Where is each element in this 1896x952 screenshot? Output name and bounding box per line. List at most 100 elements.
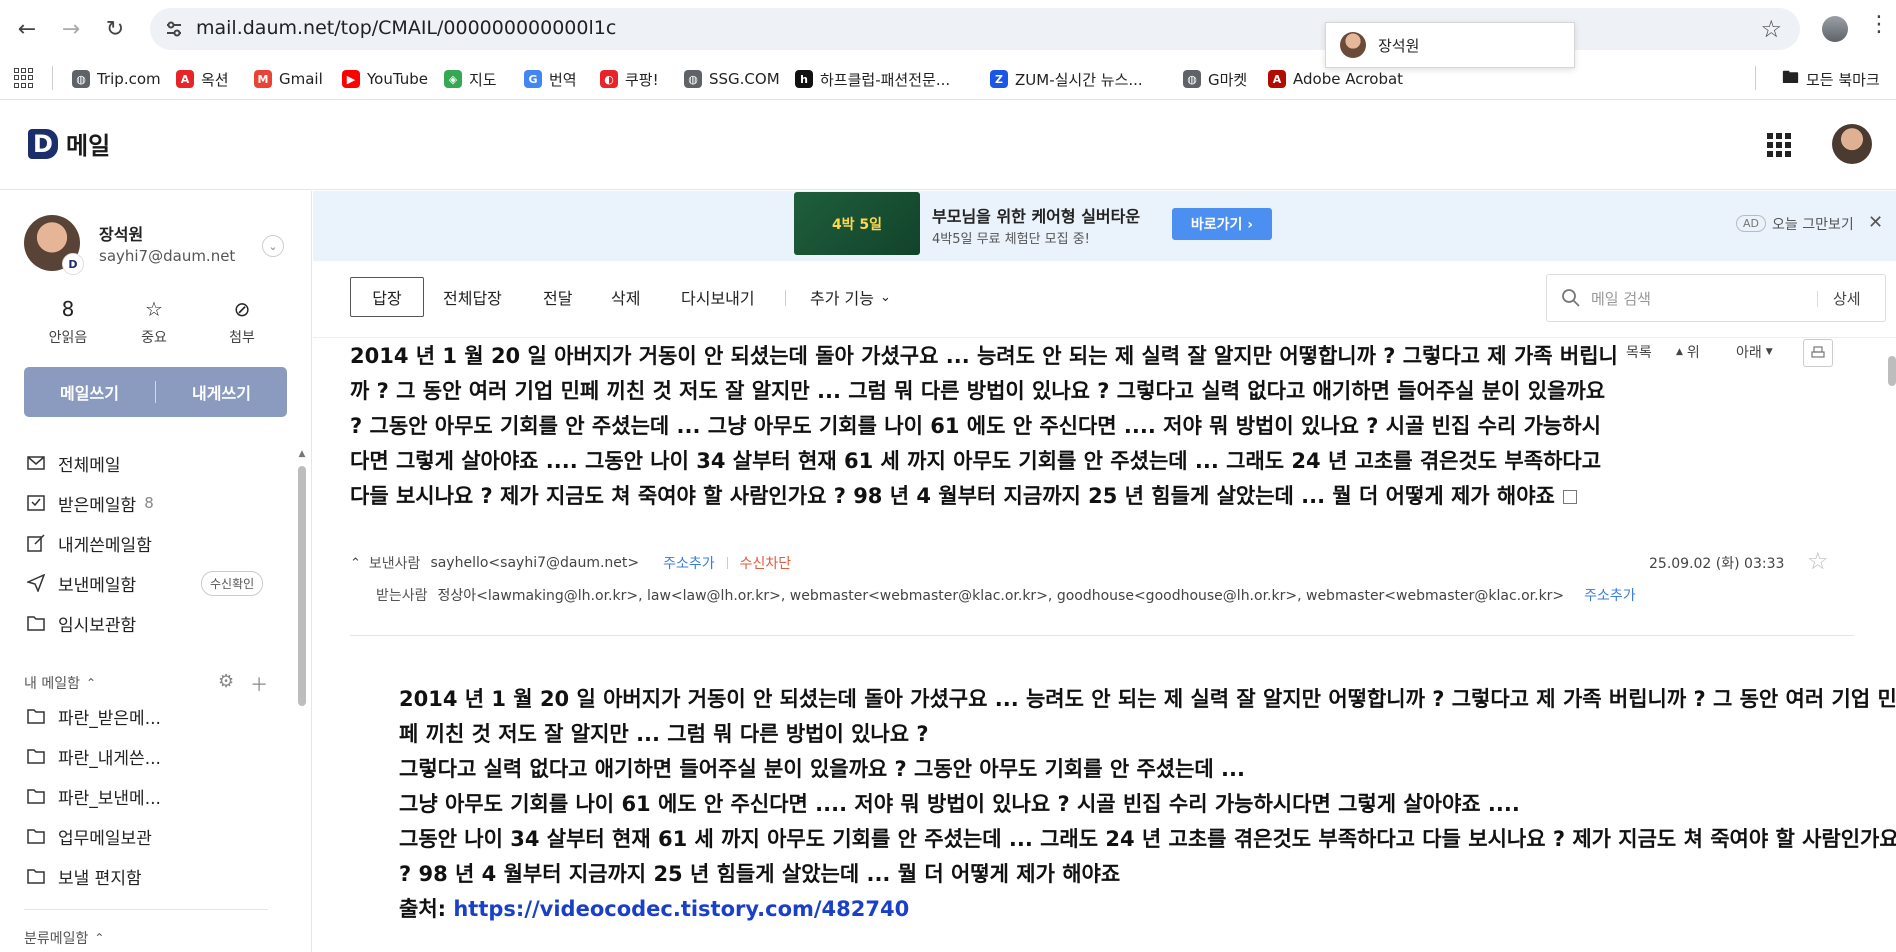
stat-important[interactable]: ☆ 중요 bbox=[124, 297, 184, 347]
bookmark-item[interactable]: h 하프클럽-패션전문... bbox=[795, 65, 950, 93]
bookmark-item[interactable]: Z ZUM-실시간 뉴스... bbox=[990, 65, 1143, 93]
reload-icon[interactable]: ↻ bbox=[98, 12, 132, 46]
resend-button[interactable]: 다시보내기 bbox=[681, 277, 755, 317]
chevron-down-icon: ⌄ bbox=[879, 289, 891, 305]
bookmark-item[interactable]: ▶ YouTube bbox=[342, 65, 428, 93]
header-user-avatar[interactable] bbox=[1832, 124, 1872, 164]
my-folder-item[interactable]: 업무메일보관 bbox=[26, 821, 152, 851]
bookmark-star-icon[interactable]: ☆ bbox=[1760, 15, 1782, 43]
recipient-row: 받는사람 정상아<lawmaking@lh.or.kr>, law<law@lh… bbox=[376, 585, 1636, 605]
sidebar: D 장석원 sayhi7@daum.net ⌄ 8 안읽음 ☆ 중요 ⊘ 첨부 … bbox=[0, 191, 312, 952]
my-folders-header[interactable]: 내 메일함 ⌃ bbox=[24, 673, 96, 693]
browser-menu-icon[interactable]: ⋮ bbox=[1868, 12, 1890, 37]
my-folder-item[interactable]: 파란_받은메... bbox=[26, 701, 161, 731]
print-button[interactable] bbox=[1803, 339, 1833, 367]
bookmark-favicon-icon: ◍ bbox=[1183, 70, 1201, 88]
inbox-unread-count: 8 bbox=[144, 494, 154, 512]
bookmark-favicon-icon: ▶ bbox=[342, 70, 360, 88]
caret-down-icon: ▼ bbox=[1765, 347, 1773, 357]
chevron-up-icon: ⌃ bbox=[85, 676, 97, 690]
bookmark-item[interactable]: G 번역 bbox=[524, 65, 577, 93]
collapse-caret-icon[interactable]: ⌃ bbox=[350, 556, 361, 571]
bookmark-item[interactable]: ◐ 쿠팡! bbox=[600, 65, 659, 93]
list-button[interactable]: 목록 bbox=[1626, 342, 1652, 362]
close-icon[interactable]: ✕ bbox=[1868, 212, 1883, 233]
delete-button[interactable]: 삭제 bbox=[611, 277, 640, 317]
mail-body-paragraph: 그동안 나이 34 살부터 현재 61 세 까지 아무도 기회를 안 주셨는데 … bbox=[399, 827, 1896, 886]
user-email: sayhi7@daum.net bbox=[99, 247, 236, 265]
add-contact-button[interactable]: 주소추가 bbox=[663, 553, 715, 573]
source-link[interactable]: https://videocodec.tistory.com/482740 bbox=[453, 897, 909, 921]
back-arrow-icon[interactable]: ← bbox=[10, 12, 44, 46]
paperclip-icon: ⊘ bbox=[233, 297, 251, 321]
add-contact-button[interactable]: 주소추가 bbox=[1584, 585, 1636, 605]
reply-all-button[interactable]: 전체답장 bbox=[443, 277, 502, 317]
next-mail-button[interactable]: 아래 ▼ bbox=[1736, 342, 1773, 362]
daum-mail-logo[interactable]: D 메일 bbox=[28, 126, 110, 161]
folder-all-mail[interactable]: 전체메일 bbox=[26, 448, 121, 478]
bookmarks-divider bbox=[1755, 66, 1756, 90]
star-outline-icon[interactable]: ☆ bbox=[1807, 547, 1829, 575]
copy-icon[interactable] bbox=[1562, 490, 1577, 504]
folder-to-me[interactable]: 내게쓴메일함 bbox=[26, 528, 152, 558]
bookmark-item[interactable]: ◍ SSG.COM bbox=[684, 65, 780, 93]
prev-mail-button[interactable]: ▲ 위 bbox=[1676, 342, 1700, 362]
all-bookmarks-folder[interactable]: 🖿 모든 북마크 bbox=[1782, 65, 1880, 93]
bookmark-favicon-icon: A bbox=[1268, 70, 1286, 88]
main-scrollbar[interactable] bbox=[1888, 356, 1896, 386]
more-actions-button[interactable]: 추가 기능 ⌄ bbox=[810, 277, 891, 317]
reply-button[interactable]: 답장 bbox=[350, 277, 424, 317]
stat-unread[interactable]: 8 안읽음 bbox=[38, 297, 98, 347]
my-folder-item[interactable]: 파란_보낸메... bbox=[26, 781, 161, 811]
compose-button[interactable]: 메일쓰기 bbox=[24, 367, 155, 417]
search-input[interactable] bbox=[1591, 287, 1801, 311]
my-folder-item[interactable]: 파란_내게쓴... bbox=[26, 741, 161, 771]
chevron-up-icon: ⌃ bbox=[94, 931, 105, 945]
forward-button[interactable]: 전달 bbox=[543, 277, 572, 317]
bookmarks-divider bbox=[52, 66, 53, 90]
mail-source: 출처: https://videocodec.tistory.com/48274… bbox=[399, 897, 910, 921]
read-receipt-button[interactable]: 수신확인 bbox=[201, 571, 264, 596]
chevron-down-icon[interactable]: ⌄ bbox=[262, 235, 284, 257]
block-sender-button[interactable]: 수신차단 bbox=[740, 553, 792, 573]
category-folders-header[interactable]: 분류메일함 ⌃ bbox=[24, 928, 104, 948]
folder-inbox[interactable]: 받은메일함 8 bbox=[26, 488, 154, 518]
ad-title[interactable]: 부모님을 위한 케어형 실버타운 bbox=[932, 203, 1140, 227]
site-settings-icon[interactable] bbox=[164, 19, 184, 39]
folder-icon bbox=[26, 826, 46, 846]
folder-icon bbox=[26, 786, 46, 806]
bookmark-favicon-icon: M bbox=[254, 70, 272, 88]
service-grid-icon[interactable] bbox=[1767, 133, 1791, 157]
plus-icon[interactable]: ＋ bbox=[250, 671, 268, 697]
folder-drafts[interactable]: 임시보관함 bbox=[26, 608, 136, 638]
stat-attachments[interactable]: ⊘ 첨부 bbox=[212, 297, 272, 347]
bookmark-item[interactable]: ◍ G마켓 bbox=[1183, 65, 1247, 93]
advanced-search-button[interactable]: 상세 bbox=[1833, 288, 1861, 309]
bookmark-item[interactable]: ◈ 지도 bbox=[444, 65, 497, 93]
recipient-list[interactable]: 정상아<lawmaking@lh.or.kr>, law<law@lh.or.k… bbox=[438, 585, 1565, 605]
bookmark-item[interactable]: M Gmail bbox=[254, 65, 323, 93]
bookmark-item[interactable]: A Adobe Acrobat bbox=[1268, 65, 1403, 93]
sender-address[interactable]: sayhello<sayhi7@daum.net> bbox=[430, 555, 639, 571]
bookmark-item[interactable]: ◍ Trip.com bbox=[72, 65, 161, 93]
ad-dismiss-today[interactable]: 오늘 그만보기 bbox=[1772, 214, 1854, 234]
browser-toolbar: ← → ↻ mail.daum.net/top/CMAIL/0000000000… bbox=[0, 0, 1896, 58]
browser-profile-avatar[interactable] bbox=[1822, 16, 1848, 42]
gear-icon[interactable]: ⚙ bbox=[218, 671, 234, 697]
bookmark-item[interactable]: A 옥션 bbox=[176, 65, 229, 93]
folder-icon bbox=[26, 613, 46, 633]
scroll-up-arrow-icon[interactable]: ▲ bbox=[296, 449, 308, 459]
my-folder-item[interactable]: 보낼 편지함 bbox=[26, 861, 142, 891]
mail-date: 25.09.02 (화) 03:33 bbox=[1649, 556, 1785, 572]
sidebar-scrollbar[interactable] bbox=[298, 466, 306, 706]
ad-go-button[interactable]: 바로가기 › bbox=[1172, 208, 1272, 240]
forward-arrow-icon[interactable]: → bbox=[54, 12, 88, 46]
apps-grid-icon[interactable] bbox=[14, 68, 34, 88]
write-to-me-button[interactable]: 내게쓰기 bbox=[156, 367, 287, 417]
ad-image[interactable]: 4박 5일 bbox=[794, 192, 920, 255]
bookmark-favicon-icon: ◐ bbox=[600, 70, 618, 88]
daum-logo-icon: D bbox=[28, 128, 58, 159]
folder-sent[interactable]: 보낸메일함 수신확인 bbox=[26, 568, 296, 598]
mail-body-paragraph: 그냥 아무도 기회를 나이 61 에도 안 주신다면 .... 저야 뭐 방법이… bbox=[399, 792, 1520, 816]
url-text[interactable]: mail.daum.net/top/CMAIL/000000000000l1c bbox=[196, 17, 616, 39]
